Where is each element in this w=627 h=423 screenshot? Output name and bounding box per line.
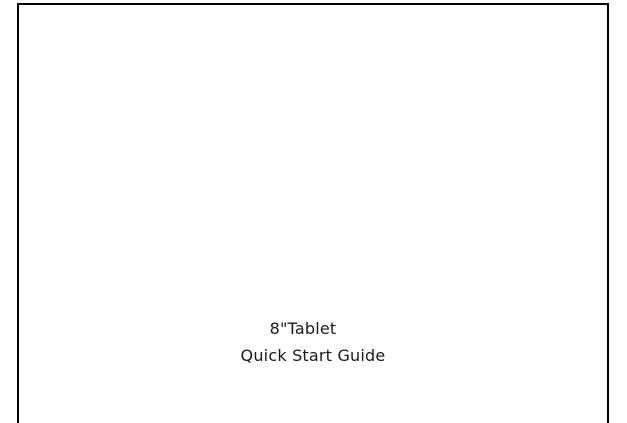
product-name: 8"Tablet (269, 319, 337, 338)
cover-page: 8"Tablet Quick Start Guide (17, 3, 609, 423)
guide-title: Quick Start Guide (240, 346, 386, 365)
